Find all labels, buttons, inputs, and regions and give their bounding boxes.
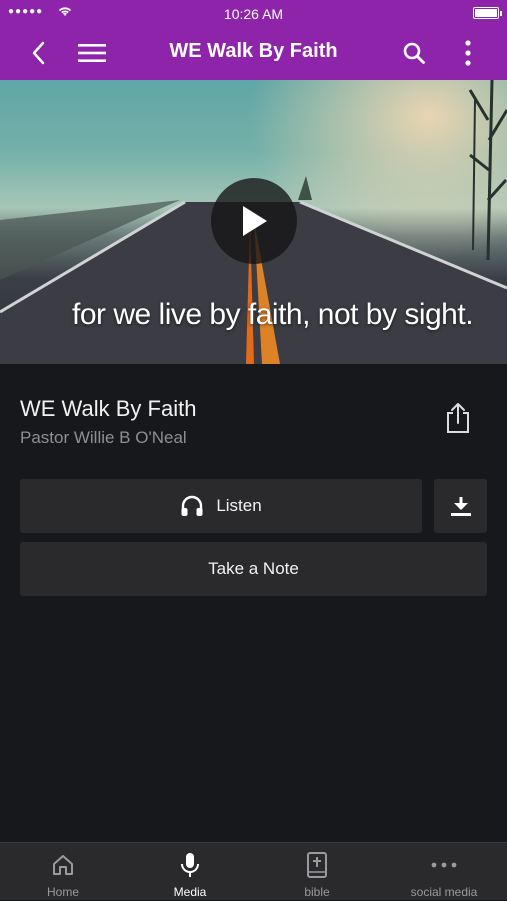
status-time: 10:26 AM xyxy=(223,6,284,22)
chevron-left-icon xyxy=(32,41,45,65)
app-bar: WE Walk By Faith xyxy=(0,26,507,80)
home-icon xyxy=(53,855,73,875)
share-icon xyxy=(447,403,469,433)
search-icon xyxy=(403,42,425,64)
share-button[interactable] xyxy=(436,396,480,440)
play-icon xyxy=(243,206,267,236)
media-details: WE Walk By Faith Pastor Willie B O'Neal … xyxy=(0,364,507,842)
media-title: WE Walk By Faith xyxy=(20,396,197,421)
tab-label-bible: bible xyxy=(304,885,330,899)
status-bar: ●●●●● 10:26 AM xyxy=(0,0,507,26)
search-button[interactable] xyxy=(392,26,436,80)
vertical-dots-icon xyxy=(465,40,471,66)
back-button[interactable] xyxy=(16,26,60,80)
headphones-icon xyxy=(181,495,203,516)
tab-media[interactable]: Media xyxy=(127,843,253,901)
listen-button[interactable]: Listen xyxy=(20,479,422,533)
tab-label-social-media: social media xyxy=(410,885,478,899)
play-button[interactable] xyxy=(211,178,297,264)
download-icon xyxy=(450,497,471,516)
battery-icon xyxy=(473,7,502,19)
microphone-icon xyxy=(181,853,199,877)
tab-label-media: Media xyxy=(173,885,207,899)
hamburger-menu-icon xyxy=(78,44,106,62)
page-title: WE Walk By Faith xyxy=(169,40,338,62)
tab-social-media[interactable]: social media xyxy=(381,843,507,901)
media-author: Pastor Willie B O'Neal xyxy=(20,428,187,447)
artwork-caption: for we live by faith, not by sight. xyxy=(72,298,474,331)
take-a-note-label: Take a Note xyxy=(208,559,299,578)
listen-label: Listen xyxy=(216,496,262,515)
tab-home[interactable]: Home xyxy=(0,843,126,901)
media-artwork: for we live by faith, not by sight. xyxy=(0,80,507,364)
menu-button[interactable] xyxy=(70,26,114,80)
tab-bible[interactable]: bible xyxy=(254,843,380,901)
more-options-button[interactable] xyxy=(446,26,490,80)
bible-icon xyxy=(307,852,327,878)
tab-bar: Home Media bible social media xyxy=(0,842,507,900)
download-button[interactable] xyxy=(434,479,487,533)
tab-label-home: Home xyxy=(46,885,79,899)
more-dots-icon xyxy=(431,862,457,868)
take-a-note-button[interactable]: Take a Note xyxy=(20,542,487,596)
